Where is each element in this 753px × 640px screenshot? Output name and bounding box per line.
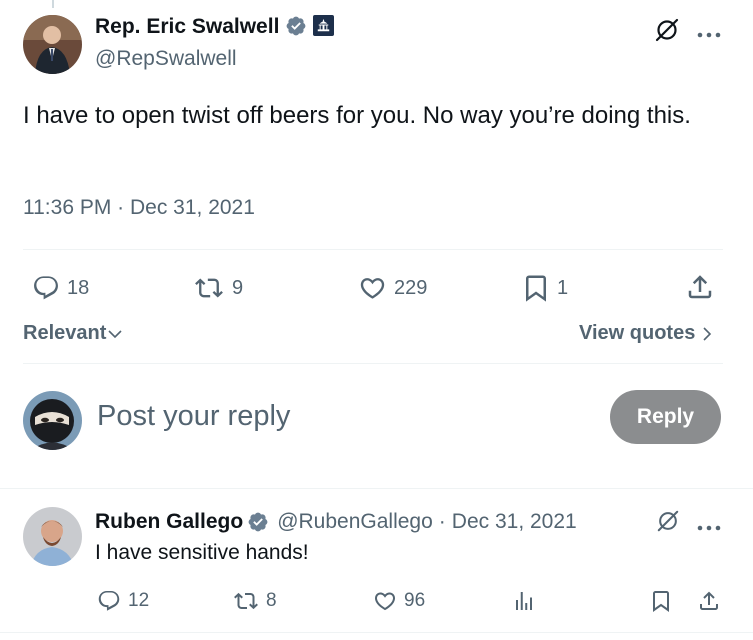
retweet-count: 9 (232, 276, 244, 299)
like-action[interactable]: 229 (357, 274, 427, 302)
share-action[interactable] (685, 272, 715, 302)
reply-button[interactable]: Reply (610, 390, 721, 444)
bookmark-icon (526, 275, 546, 302)
divider (23, 363, 723, 364)
retweet-action[interactable]: 9 (192, 274, 243, 302)
divider (0, 488, 753, 489)
like-action[interactable]: 96 (372, 589, 425, 613)
verified-badge-icon (248, 512, 268, 532)
retweet-count: 8 (266, 590, 277, 611)
reply-author-avatar[interactable] (23, 507, 82, 566)
verified-badge-icon (286, 16, 306, 36)
chevron-right-icon (703, 326, 712, 341)
reply-action[interactable]: 12 (96, 589, 149, 613)
bookmark-action[interactable] (649, 589, 673, 613)
retweet-icon (195, 278, 223, 298)
grok-icon[interactable] (654, 17, 680, 43)
like-icon (360, 278, 385, 299)
view-quotes-link[interactable]: View quotes (579, 322, 715, 345)
like-count: 96 (404, 590, 426, 611)
reply-count: 18 (67, 276, 90, 299)
reply-icon (34, 276, 58, 300)
separator-dot: · (438, 510, 446, 533)
view-quotes-label: View quotes (579, 322, 696, 344)
more-icon[interactable] (697, 25, 721, 38)
author-name[interactable]: Rep. Eric Swalwell (95, 15, 335, 39)
chevron-down-icon (108, 329, 122, 338)
tweet-text: I have to open twist off beers for you. … (23, 102, 691, 129)
reply-input[interactable]: Post your reply (97, 400, 290, 433)
reply-icon (98, 591, 120, 611)
reply-text: I have sensitive hands! (95, 541, 309, 564)
share-icon (700, 591, 718, 610)
share-icon (688, 275, 712, 299)
reply-action[interactable]: 18 (31, 274, 89, 302)
bookmark-count: 1 (557, 276, 569, 299)
government-badge-icon (313, 15, 335, 36)
author-handle[interactable]: @RepSwalwell (95, 47, 237, 71)
retweet-icon (234, 592, 258, 610)
sort-label: Relevant (23, 322, 107, 344)
bookmark-icon (653, 591, 669, 612)
sort-dropdown[interactable]: Relevant (23, 322, 123, 345)
bookmark-action[interactable]: 1 (521, 273, 568, 303)
thread-connector (52, 0, 54, 8)
reply-author-name[interactable]: Ruben Gallego (95, 510, 243, 534)
reply-header: Ruben Gallego @RubenGallego · Dec 31, 20… (95, 510, 577, 534)
like-count: 229 (394, 276, 428, 299)
tweet-timestamp[interactable]: 11:36 PM · Dec 31, 2021 (23, 196, 255, 220)
more-icon[interactable] (697, 518, 721, 531)
author-avatar[interactable] (23, 15, 82, 74)
grok-icon[interactable] (656, 509, 680, 533)
like-icon (374, 592, 396, 611)
views-action[interactable] (512, 589, 536, 613)
divider (23, 249, 723, 250)
share-action[interactable] (697, 589, 721, 613)
current-user-avatar[interactable] (23, 391, 82, 450)
reply-author-handle[interactable]: @RubenGallego (277, 510, 433, 534)
reply-count: 12 (128, 590, 150, 611)
retweet-action[interactable]: 8 (232, 589, 277, 613)
divider (0, 632, 753, 633)
views-icon (516, 592, 532, 610)
reply-date[interactable]: Dec 31, 2021 (452, 510, 577, 534)
author-name-text[interactable]: Rep. Eric Swalwell (95, 15, 279, 38)
